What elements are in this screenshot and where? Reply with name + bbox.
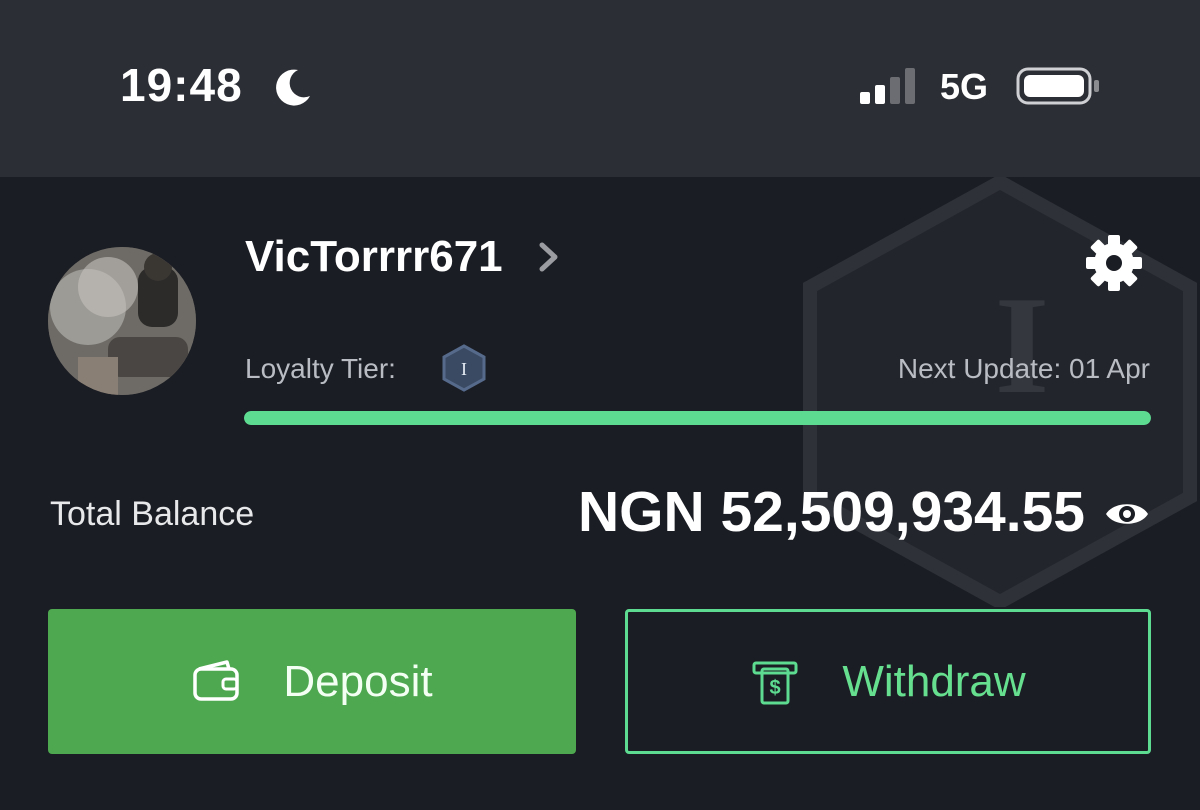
chevron-right-icon	[539, 242, 558, 272]
status-bar: 19:48 5G	[0, 0, 1200, 177]
cash-withdraw-icon: $	[752, 661, 798, 704]
account-card: I VicTorrrr671 Loyalty Tier: I Next Upda…	[0, 177, 1200, 810]
settings-gear-icon[interactable]	[1083, 232, 1145, 294]
tier-badge-text: I	[461, 359, 467, 379]
total-balance-amount: NGN 52,509,934.55	[577, 480, 1085, 544]
withdraw-button-label: Withdraw	[842, 656, 1026, 706]
total-balance-label: Total Balance	[50, 495, 255, 533]
avatar[interactable]	[48, 247, 196, 395]
username: VicTorrrr671	[245, 232, 503, 281]
next-update-text: Next Update: 01 Apr	[897, 353, 1150, 384]
moon-icon	[276, 69, 310, 106]
withdraw-button[interactable]: $ Withdraw	[625, 609, 1151, 754]
status-time: 19:48	[120, 59, 243, 111]
eye-icon[interactable]	[1104, 495, 1150, 533]
svg-text:I: I	[995, 268, 1049, 423]
svg-text:$: $	[770, 677, 781, 699]
loyalty-tier-label: Loyalty Tier:	[245, 353, 396, 384]
username-link[interactable]: VicTorrrr671	[245, 232, 569, 282]
avatar-photo	[48, 247, 196, 395]
battery-icon	[1016, 67, 1099, 105]
loyalty-progress-bar	[244, 411, 1151, 425]
deposit-button[interactable]: Deposit	[48, 609, 576, 754]
loyalty-progress-fill	[244, 411, 1151, 425]
network-type: 5G	[940, 66, 989, 107]
wallet-icon	[193, 659, 240, 701]
tier-badge-icon[interactable]: I	[440, 344, 488, 392]
deposit-button-label: Deposit	[283, 656, 433, 706]
cellular-signal-icon	[860, 68, 915, 104]
